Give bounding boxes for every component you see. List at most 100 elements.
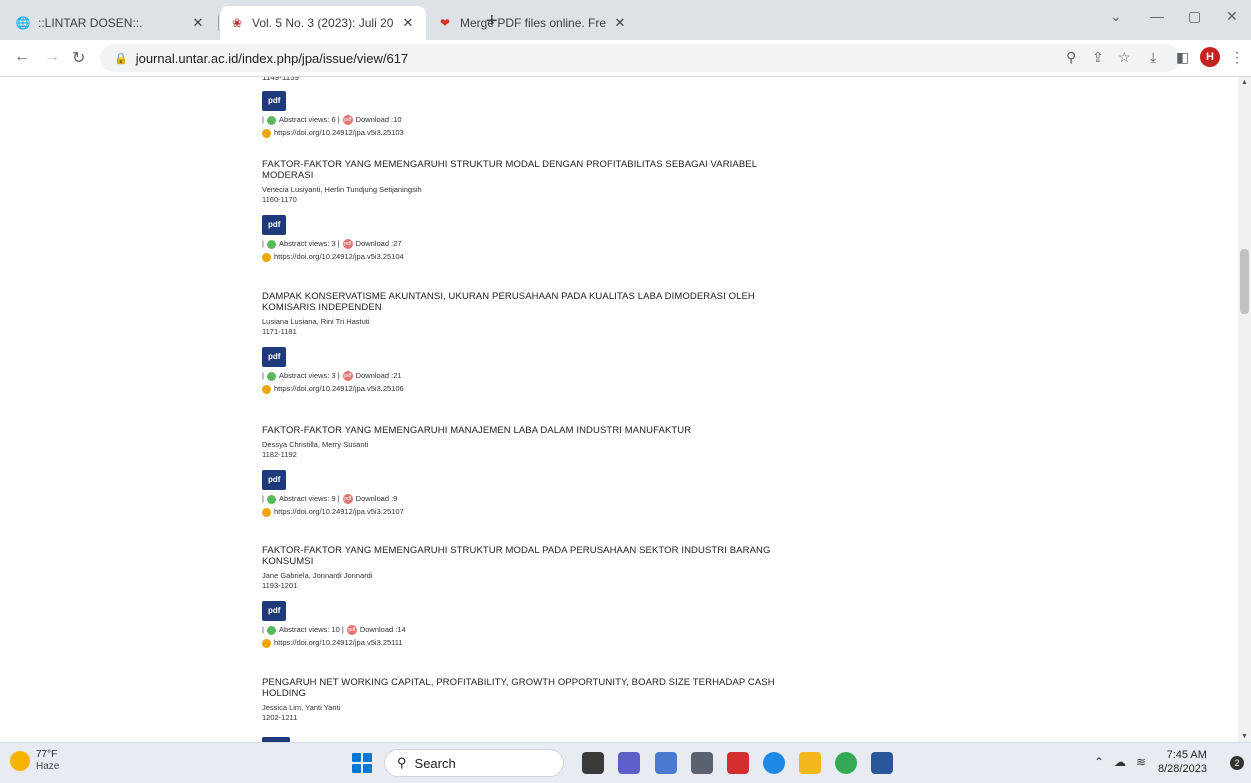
abstract-views-icon [266,371,276,381]
close-icon[interactable]: ✕ [612,15,628,31]
tab-separator [218,15,219,31]
doi-row: https://doi.org/10.24912/jpa.v5i3.25111 [262,638,782,648]
acrobat-icon[interactable] [727,752,749,774]
search-label: Search [414,755,456,771]
article-title[interactable]: DAMPAK KONSERVATISME AKUNTANSI, UKURAN P… [262,291,782,313]
clock-date: 8/28/2023 [1158,763,1207,775]
scroll-up-icon[interactable]: ▲ [1241,79,1248,86]
download-count: Download :21 [355,371,402,380]
crossref-doi-icon [262,638,271,648]
tab-journal-issue[interactable]: ❀ Vol. 5 No. 3 (2023): Juli 2023 | Jur ✕ [220,6,426,40]
pdf-download-icon: pdf [342,115,353,125]
heart-icon: ❤ [439,16,451,30]
article-stats: | Abstract views: 6 | pdf Download :10 [262,115,402,125]
task-view-icon[interactable] [582,752,604,774]
minimize-icon[interactable]: — [1150,8,1164,24]
more-menu-icon[interactable]: ⋮ [1230,49,1244,66]
article-title[interactable]: PENGARUH NET WORKING CAPITAL, PROFITABIL… [262,677,782,699]
article-authors: Lusiana Lusiana, Rini Tri Hastuti [262,317,370,326]
article-stats: | Abstract views: 9 | pdf Download :9 [262,494,398,504]
tab-title: Merge PDF files online. Free serv [460,16,606,30]
chrome-browser-icon[interactable] [835,752,857,774]
scrollbar-thumb[interactable] [1240,249,1249,314]
doi-row: https://doi.org/10.24912/jpa.v5i3.25106 [262,384,782,394]
article-title[interactable]: FAKTOR-FAKTOR YANG MEMENGARUHI STRUKTUR … [262,159,782,181]
edge-browser-icon[interactable] [763,752,785,774]
windows-start-icon[interactable] [352,753,372,773]
crossref-doi-icon [262,384,271,394]
tab-merge-pdf[interactable]: ❤ Merge PDF files online. Free serv ✕ [428,6,638,40]
close-icon[interactable]: ✕ [400,15,416,31]
article-stats: | Abstract views: 3 | pdf Download :27 [262,239,402,249]
article-stats: | Abstract views: 10 | pdf Download :14 [262,625,406,635]
window-close-icon[interactable]: ✕ [1226,8,1238,25]
zoom-icon[interactable]: ⚲ [1066,49,1076,66]
article-pages: 1202-1211 [262,713,298,722]
weather-sun-icon [10,751,30,771]
tab-lintar-dosen[interactable]: 🌐 ::LINTAR DOSEN::. ✕ [6,6,216,40]
wifi-icon[interactable]: ≋ [1136,755,1146,769]
browser-toolbar: ← → ↻ 🔒 journal.untar.ac.id/index.php/jp… [0,40,1251,77]
article-authors: Jessica Lim, Yanti Yanti [262,703,341,712]
doi-link[interactable]: https://doi.org/10.24912/jpa.v5i3.25111 [274,638,403,648]
tab-title: ::LINTAR DOSEN::. [38,16,143,30]
profile-avatar[interactable]: H [1200,47,1220,67]
abstract-views: Abstract views: 3 | [278,239,340,248]
doi-link[interactable]: https://doi.org/10.24912/jpa.v5i3.25103 [274,128,404,138]
journal-logo-icon: ❀ [231,16,243,30]
taskbar-clock[interactable]: 7:45 AM 8/28/2023 [1158,748,1207,776]
close-icon[interactable]: ✕ [190,15,206,31]
download-count: Download :10 [355,115,402,124]
pdf-button[interactable]: pdf [262,347,287,367]
pdf-download-icon: pdf [346,625,357,635]
restore-icon[interactable]: ▢ [1188,8,1201,25]
camera-icon[interactable] [691,752,713,774]
download-icon[interactable]: ⤓ [1150,49,1156,66]
article-item: DAMPAK KONSERVATISME AKUNTANSI, UKURAN P… [262,291,782,394]
pdf-button[interactable]: pdf [262,215,287,235]
file-explorer-icon[interactable] [799,752,821,774]
article-pages: 1193-1201 [262,581,298,590]
pdf-download-icon: pdf [342,494,353,504]
tray-chevron-up-icon[interactable]: ⌃ [1094,755,1104,769]
clock-time: 7:45 AM [1166,749,1207,761]
notification-badge[interactable]: 2 [1230,756,1244,770]
onedrive-cloud-icon[interactable]: ☁ [1114,755,1126,769]
share-icon[interactable]: ⇪ [1092,49,1104,66]
pdf-button[interactable]: pdf [262,91,287,111]
doi-row: https://doi.org/10.24912/jpa.v5i3.25104 [262,252,782,262]
back-arrow-icon[interactable]: ← [14,48,30,66]
page-scrollbar[interactable]: ▲ ▼ [1238,77,1251,742]
lock-icon: 🔒 [114,52,128,65]
crossref-doi-icon [262,507,271,517]
abstract-views: Abstract views: 6 | [278,115,340,124]
taskbar-search[interactable]: ⚲ Search [384,749,564,777]
widgets-icon[interactable] [655,752,677,774]
article-item: PENGARUH NET WORKING CAPITAL, PROFITABIL… [262,677,782,723]
download-count: Download :9 [355,494,398,503]
tab-title: Vol. 5 No. 3 (2023): Juli 2023 | Jur [252,16,394,30]
bookmark-star-icon[interactable]: ☆ [1118,49,1131,66]
article-authors: Jane Gabriela, Jonnardi Jonnardi [262,571,373,580]
article-title[interactable]: FAKTOR-FAKTOR YANG MEMENGARUHI STRUKTUR … [262,545,782,567]
scroll-down-icon[interactable]: ▼ [1241,733,1248,740]
pdf-button[interactable]: pdf [262,470,287,490]
forward-arrow-icon[interactable]: → [44,48,60,66]
abstract-views-icon [266,115,276,125]
doi-link[interactable]: https://doi.org/10.24912/jpa.v5i3.25106 [274,384,404,394]
abstract-views: Abstract views: 3 | [278,371,340,380]
doi-link[interactable]: https://doi.org/10.24912/jpa.v5i3.25104 [274,252,404,262]
word-icon[interactable] [871,752,893,774]
address-bar[interactable]: 🔒 journal.untar.ac.id/index.php/jpa/issu… [100,44,1180,72]
article-pages: 1182-1192 [262,450,297,459]
doi-link[interactable]: https://doi.org/10.24912/jpa.v5i3.25107 [274,507,404,517]
reload-icon[interactable]: ↻ [72,48,85,68]
pdf-button[interactable]: pdf [262,601,287,621]
teams-chat-icon[interactable] [618,752,640,774]
chevron-down-icon[interactable]: ⌄ [1110,8,1122,25]
weather-widget[interactable]: 77°F Haze [10,749,59,773]
side-panel-icon[interactable]: ◧ [1176,49,1189,66]
globe-icon: 🌐 [15,16,31,30]
abstract-views-icon [266,239,276,249]
article-title[interactable]: FAKTOR-FAKTOR YANG MEMENGARUHI MANAJEMEN… [262,425,782,436]
